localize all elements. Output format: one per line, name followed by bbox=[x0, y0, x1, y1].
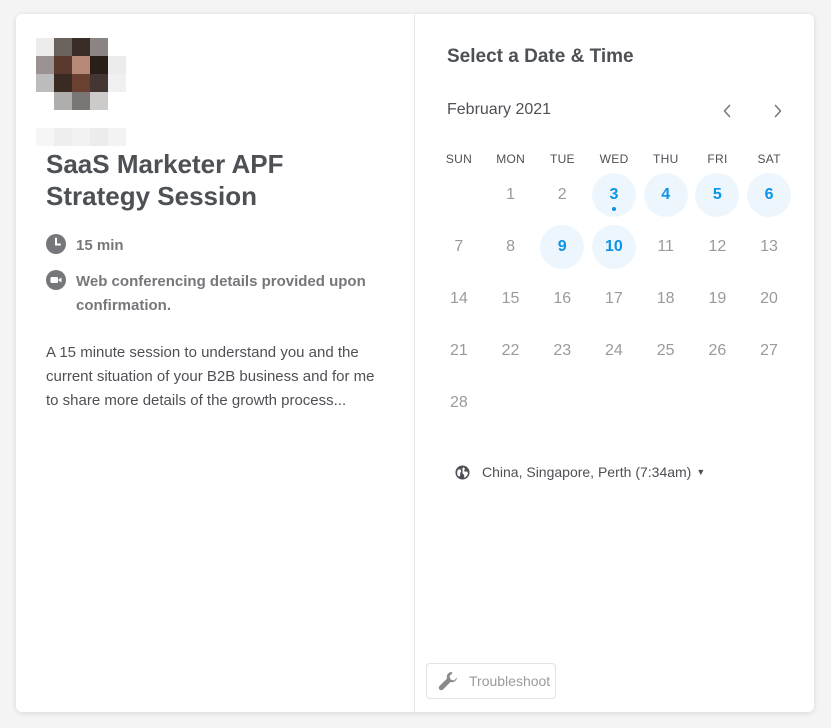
wrench-icon bbox=[438, 672, 457, 691]
calendar-day-16: 16 bbox=[540, 277, 584, 321]
prev-month-button[interactable] bbox=[714, 98, 740, 124]
troubleshoot-button[interactable]: Troubleshoot bbox=[426, 663, 556, 699]
caret-down-icon: ▼ bbox=[696, 467, 706, 477]
calendar-day-24: 24 bbox=[592, 329, 636, 373]
picker-title: Select a Date & Time bbox=[447, 46, 634, 67]
calendar-day-22: 22 bbox=[489, 329, 533, 373]
calendar-day-15: 15 bbox=[489, 277, 533, 321]
calendar-day-19: 19 bbox=[695, 277, 739, 321]
weekday-thu: THU bbox=[653, 152, 679, 166]
conferencing-text: Web conferencing details provided upon c… bbox=[76, 273, 366, 314]
calendar-day-23: 23 bbox=[540, 329, 584, 373]
chevron-right-icon bbox=[774, 104, 782, 118]
calendar-day-number: 13 bbox=[760, 238, 778, 255]
calendar-day-number: 6 bbox=[764, 186, 774, 203]
calendar-day-number: 24 bbox=[605, 342, 623, 359]
today-indicator-dot bbox=[611, 207, 616, 211]
event-description: A 15 minute session to understand you an… bbox=[46, 344, 375, 409]
calendar-day-21: 21 bbox=[437, 329, 481, 373]
calendar-day-4[interactable]: 4 bbox=[643, 173, 688, 217]
weekday-mon: MON bbox=[496, 152, 526, 166]
calendar-day-number: 2 bbox=[557, 186, 567, 203]
calendar-day-number: 26 bbox=[708, 342, 727, 359]
calendar-day-17: 17 bbox=[592, 277, 636, 321]
troubleshoot-label: Troubleshoot bbox=[469, 673, 551, 689]
calendar-day-number: 8 bbox=[506, 238, 515, 255]
calendar-day-number: 22 bbox=[501, 342, 520, 359]
calendar-day-1: 1 bbox=[489, 173, 533, 217]
conferencing-row: Web conferencing details provided upon c… bbox=[46, 270, 376, 318]
calendar-day-number: 15 bbox=[501, 290, 520, 307]
calendar-day-11: 11 bbox=[644, 225, 688, 269]
calendar-day-number: 1 bbox=[506, 186, 515, 203]
calendar-day-18: 18 bbox=[644, 277, 688, 321]
calendar-day-number: 14 bbox=[449, 290, 468, 307]
clock-icon bbox=[46, 234, 66, 254]
calendar-day-number: 4 bbox=[661, 186, 671, 203]
scheduling-card: SaaS Marketer APF Strategy Session 15 mi… bbox=[16, 14, 814, 712]
calendar-day-12: 12 bbox=[695, 225, 739, 269]
calendar-day-number: 27 bbox=[760, 342, 778, 359]
weekday-sun: SUN bbox=[445, 152, 473, 166]
globe-icon bbox=[455, 464, 470, 480]
panel-divider bbox=[414, 14, 415, 712]
calendar-day-28: 28 bbox=[437, 381, 481, 425]
calendar-day-5[interactable]: 5 bbox=[695, 173, 740, 217]
weekday-fri: FRI bbox=[707, 152, 728, 166]
calendar-day-number: 9 bbox=[557, 238, 567, 255]
calendar-day-number: 16 bbox=[553, 290, 572, 307]
calendar-day-10[interactable]: 10 bbox=[591, 225, 636, 269]
calendar-day-14: 14 bbox=[437, 277, 481, 321]
chevron-left-icon bbox=[723, 104, 731, 118]
next-month-button[interactable] bbox=[765, 98, 791, 124]
calendar-day-number: 12 bbox=[708, 238, 727, 255]
calendar-day-7: 7 bbox=[437, 225, 481, 269]
calendar-day-number: 20 bbox=[760, 290, 778, 307]
calendar-day-2: 2 bbox=[540, 173, 584, 217]
month-label: February 2021 bbox=[447, 101, 552, 118]
calendar-day-20: 20 bbox=[747, 277, 791, 321]
host-avatar bbox=[36, 38, 126, 146]
calendar-day-number: 7 bbox=[454, 238, 464, 255]
calendar-day-number: 21 bbox=[449, 342, 468, 359]
calendar-day-number: 28 bbox=[449, 394, 468, 411]
calendar-day-25: 25 bbox=[644, 329, 688, 373]
calendar-day-number: 23 bbox=[553, 342, 572, 359]
calendar-day-26: 26 bbox=[695, 329, 739, 373]
calendar-day-9[interactable]: 9 bbox=[540, 225, 585, 269]
video-camera-icon bbox=[46, 270, 66, 290]
weekday-tue: TUE bbox=[549, 152, 575, 166]
calendar-day-27: 27 bbox=[747, 329, 791, 373]
calendar-day-13: 13 bbox=[747, 225, 791, 269]
calendar-day-number: 3 bbox=[609, 186, 619, 203]
calendar-day-3[interactable]: 3 bbox=[591, 173, 636, 217]
calendar-day-number: 11 bbox=[657, 238, 674, 255]
timezone-label: China, Singapore, Perth (7:34am) bbox=[482, 464, 692, 480]
duration-text: 15 min bbox=[76, 237, 124, 254]
calendar-day-number: 10 bbox=[605, 238, 623, 255]
calendar-day-number: 5 bbox=[712, 186, 722, 203]
calendar-day-number: 25 bbox=[656, 342, 675, 359]
event-title: SaaS Marketer APF Strategy Session bbox=[46, 149, 284, 211]
calendar-day-8: 8 bbox=[489, 225, 533, 269]
weekday-sat: SAT bbox=[757, 152, 781, 166]
weekday-wed: WED bbox=[599, 152, 629, 166]
calendar-day-number: 19 bbox=[708, 290, 727, 307]
calendar-day-6[interactable]: 6 bbox=[747, 173, 792, 217]
calendar-day-number: 17 bbox=[605, 290, 623, 307]
calendar-day-number: 18 bbox=[656, 290, 675, 307]
duration-row: 15 min bbox=[46, 234, 376, 258]
timezone-selector[interactable]: China, Singapore, Perth (7:34am) ▼ bbox=[455, 464, 705, 480]
